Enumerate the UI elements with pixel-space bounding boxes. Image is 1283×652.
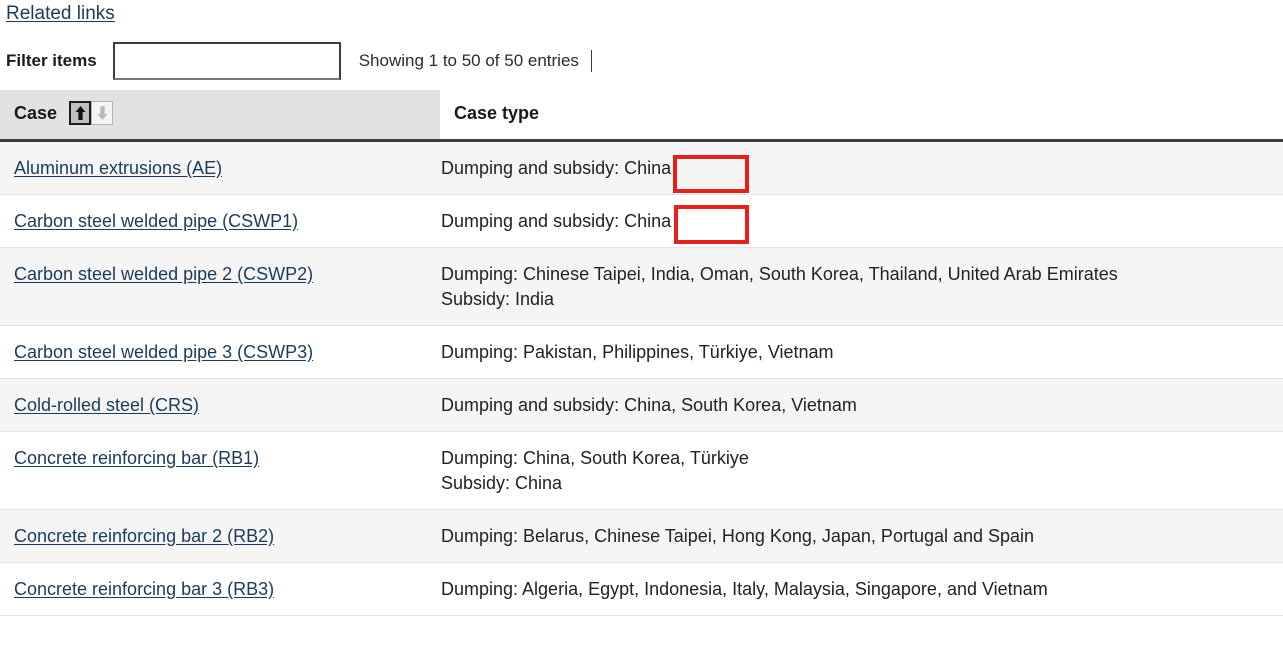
table-header-row: Case Case type xyxy=(0,90,1283,142)
column-header-case-type-label: Case type xyxy=(454,102,540,123)
case-link[interactable]: Concrete reinforcing bar 3 (RB3) xyxy=(14,579,274,599)
case-type-line: Dumping and subsidy: China, South Korea,… xyxy=(441,394,857,415)
case-cell: Cold-rolled steel (CRS) xyxy=(0,378,440,432)
case-link[interactable]: Carbon steel welded pipe 3 (CSWP3) xyxy=(14,342,313,362)
case-type-line: Subsidy: China xyxy=(441,472,563,493)
filter-items-input[interactable] xyxy=(112,42,341,80)
case-link[interactable]: Concrete reinforcing bar 2 (RB2) xyxy=(14,526,274,546)
case-type-cell: Dumping: Pakistan, Philippines, Türkiye,… xyxy=(440,325,1283,379)
case-cell: Carbon steel welded pipe (CSWP1) xyxy=(0,194,440,248)
text-caret-icon xyxy=(590,50,592,72)
case-cell: Concrete reinforcing bar 3 (RB3) xyxy=(0,562,440,616)
case-cell: Carbon steel welded pipe 3 (CSWP3) xyxy=(0,325,440,379)
column-header-case-type: Case type xyxy=(440,90,1283,142)
case-link[interactable]: Carbon steel welded pipe (CSWP1) xyxy=(14,211,298,231)
case-type-cell: Dumping and subsidy: China xyxy=(440,140,1283,195)
filter-items-label: Filter items xyxy=(6,51,97,70)
case-type-cell: Dumping and subsidy: China, South Korea,… xyxy=(440,378,1283,432)
case-type-line: Dumping and subsidy: China xyxy=(441,157,672,178)
case-cell: Concrete reinforcing bar (RB1) xyxy=(0,431,440,510)
table-row: Concrete reinforcing bar 3 (RB3) Dumping… xyxy=(0,562,1283,616)
column-header-case[interactable]: Case xyxy=(0,90,440,142)
case-type-line: Subsidy: India xyxy=(441,288,555,309)
cases-table: Case Case type Aluminum extrusions (AE) … xyxy=(0,90,1283,616)
cases-table-header: Case Case type xyxy=(0,90,1283,142)
case-link[interactable]: Cold-rolled steel (CRS) xyxy=(14,395,199,415)
case-cell: Aluminum extrusions (AE) xyxy=(0,140,440,195)
case-cell: Concrete reinforcing bar 2 (RB2) xyxy=(0,509,440,563)
case-link[interactable]: Aluminum extrusions (AE) xyxy=(14,158,222,178)
case-type-line: Dumping and subsidy: China xyxy=(441,210,672,231)
case-type-line: Dumping: Pakistan, Philippines, Türkiye,… xyxy=(441,341,834,362)
table-row: Carbon steel welded pipe (CSWP1) Dumping… xyxy=(0,194,1283,248)
case-cell: Carbon steel welded pipe 2 (CSWP2) xyxy=(0,247,440,326)
related-links-link[interactable]: Related links xyxy=(6,3,115,24)
related-links-section: Related links xyxy=(0,0,1283,26)
column-header-case-label: Case xyxy=(14,102,58,123)
case-type-cell: Dumping: Chinese Taipei, India, Oman, So… xyxy=(440,247,1283,326)
table-row: Carbon steel welded pipe 3 (CSWP3) Dumpi… xyxy=(0,325,1283,379)
case-link[interactable]: Carbon steel welded pipe 2 (CSWP2) xyxy=(14,264,313,284)
cases-table-body: Aluminum extrusions (AE) Dumping and sub… xyxy=(0,140,1283,616)
table-row: Aluminum extrusions (AE) Dumping and sub… xyxy=(0,140,1283,195)
case-type-line: Dumping: Chinese Taipei, India, Oman, So… xyxy=(441,263,1118,284)
table-row: Concrete reinforcing bar 2 (RB2) Dumping… xyxy=(0,509,1283,563)
table-row: Carbon steel welded pipe 2 (CSWP2) Dumpi… xyxy=(0,247,1283,326)
filter-bar: Filter items Showing 1 to 50 of 50 entri… xyxy=(0,40,1283,82)
case-type-line: Dumping: Belarus, Chinese Taipei, Hong K… xyxy=(441,525,1035,546)
case-type-cell: Dumping and subsidy: China xyxy=(440,194,1283,248)
table-row: Concrete reinforcing bar (RB1) Dumping: … xyxy=(0,431,1283,510)
table-row: Cold-rolled steel (CRS) Dumping and subs… xyxy=(0,378,1283,432)
case-type-cell: Dumping: Belarus, Chinese Taipei, Hong K… xyxy=(440,509,1283,563)
case-type-cell: Dumping: Algeria, Egypt, Indonesia, Ital… xyxy=(440,562,1283,616)
case-type-line: Dumping: China, South Korea, Türkiye xyxy=(441,447,749,468)
sort-ascending-icon[interactable] xyxy=(69,101,92,126)
case-link[interactable]: Concrete reinforcing bar (RB1) xyxy=(14,448,259,468)
entries-info-text: Showing 1 to 50 of 50 entries xyxy=(358,51,579,70)
case-type-line: Dumping: Algeria, Egypt, Indonesia, Ital… xyxy=(441,578,1048,599)
case-type-cell: Dumping: China, South Korea, Türkiye Sub… xyxy=(440,431,1283,510)
entries-info: Showing 1 to 50 of 50 entries xyxy=(359,50,592,72)
sort-descending-icon[interactable] xyxy=(91,101,114,126)
sort-controls xyxy=(69,101,114,126)
